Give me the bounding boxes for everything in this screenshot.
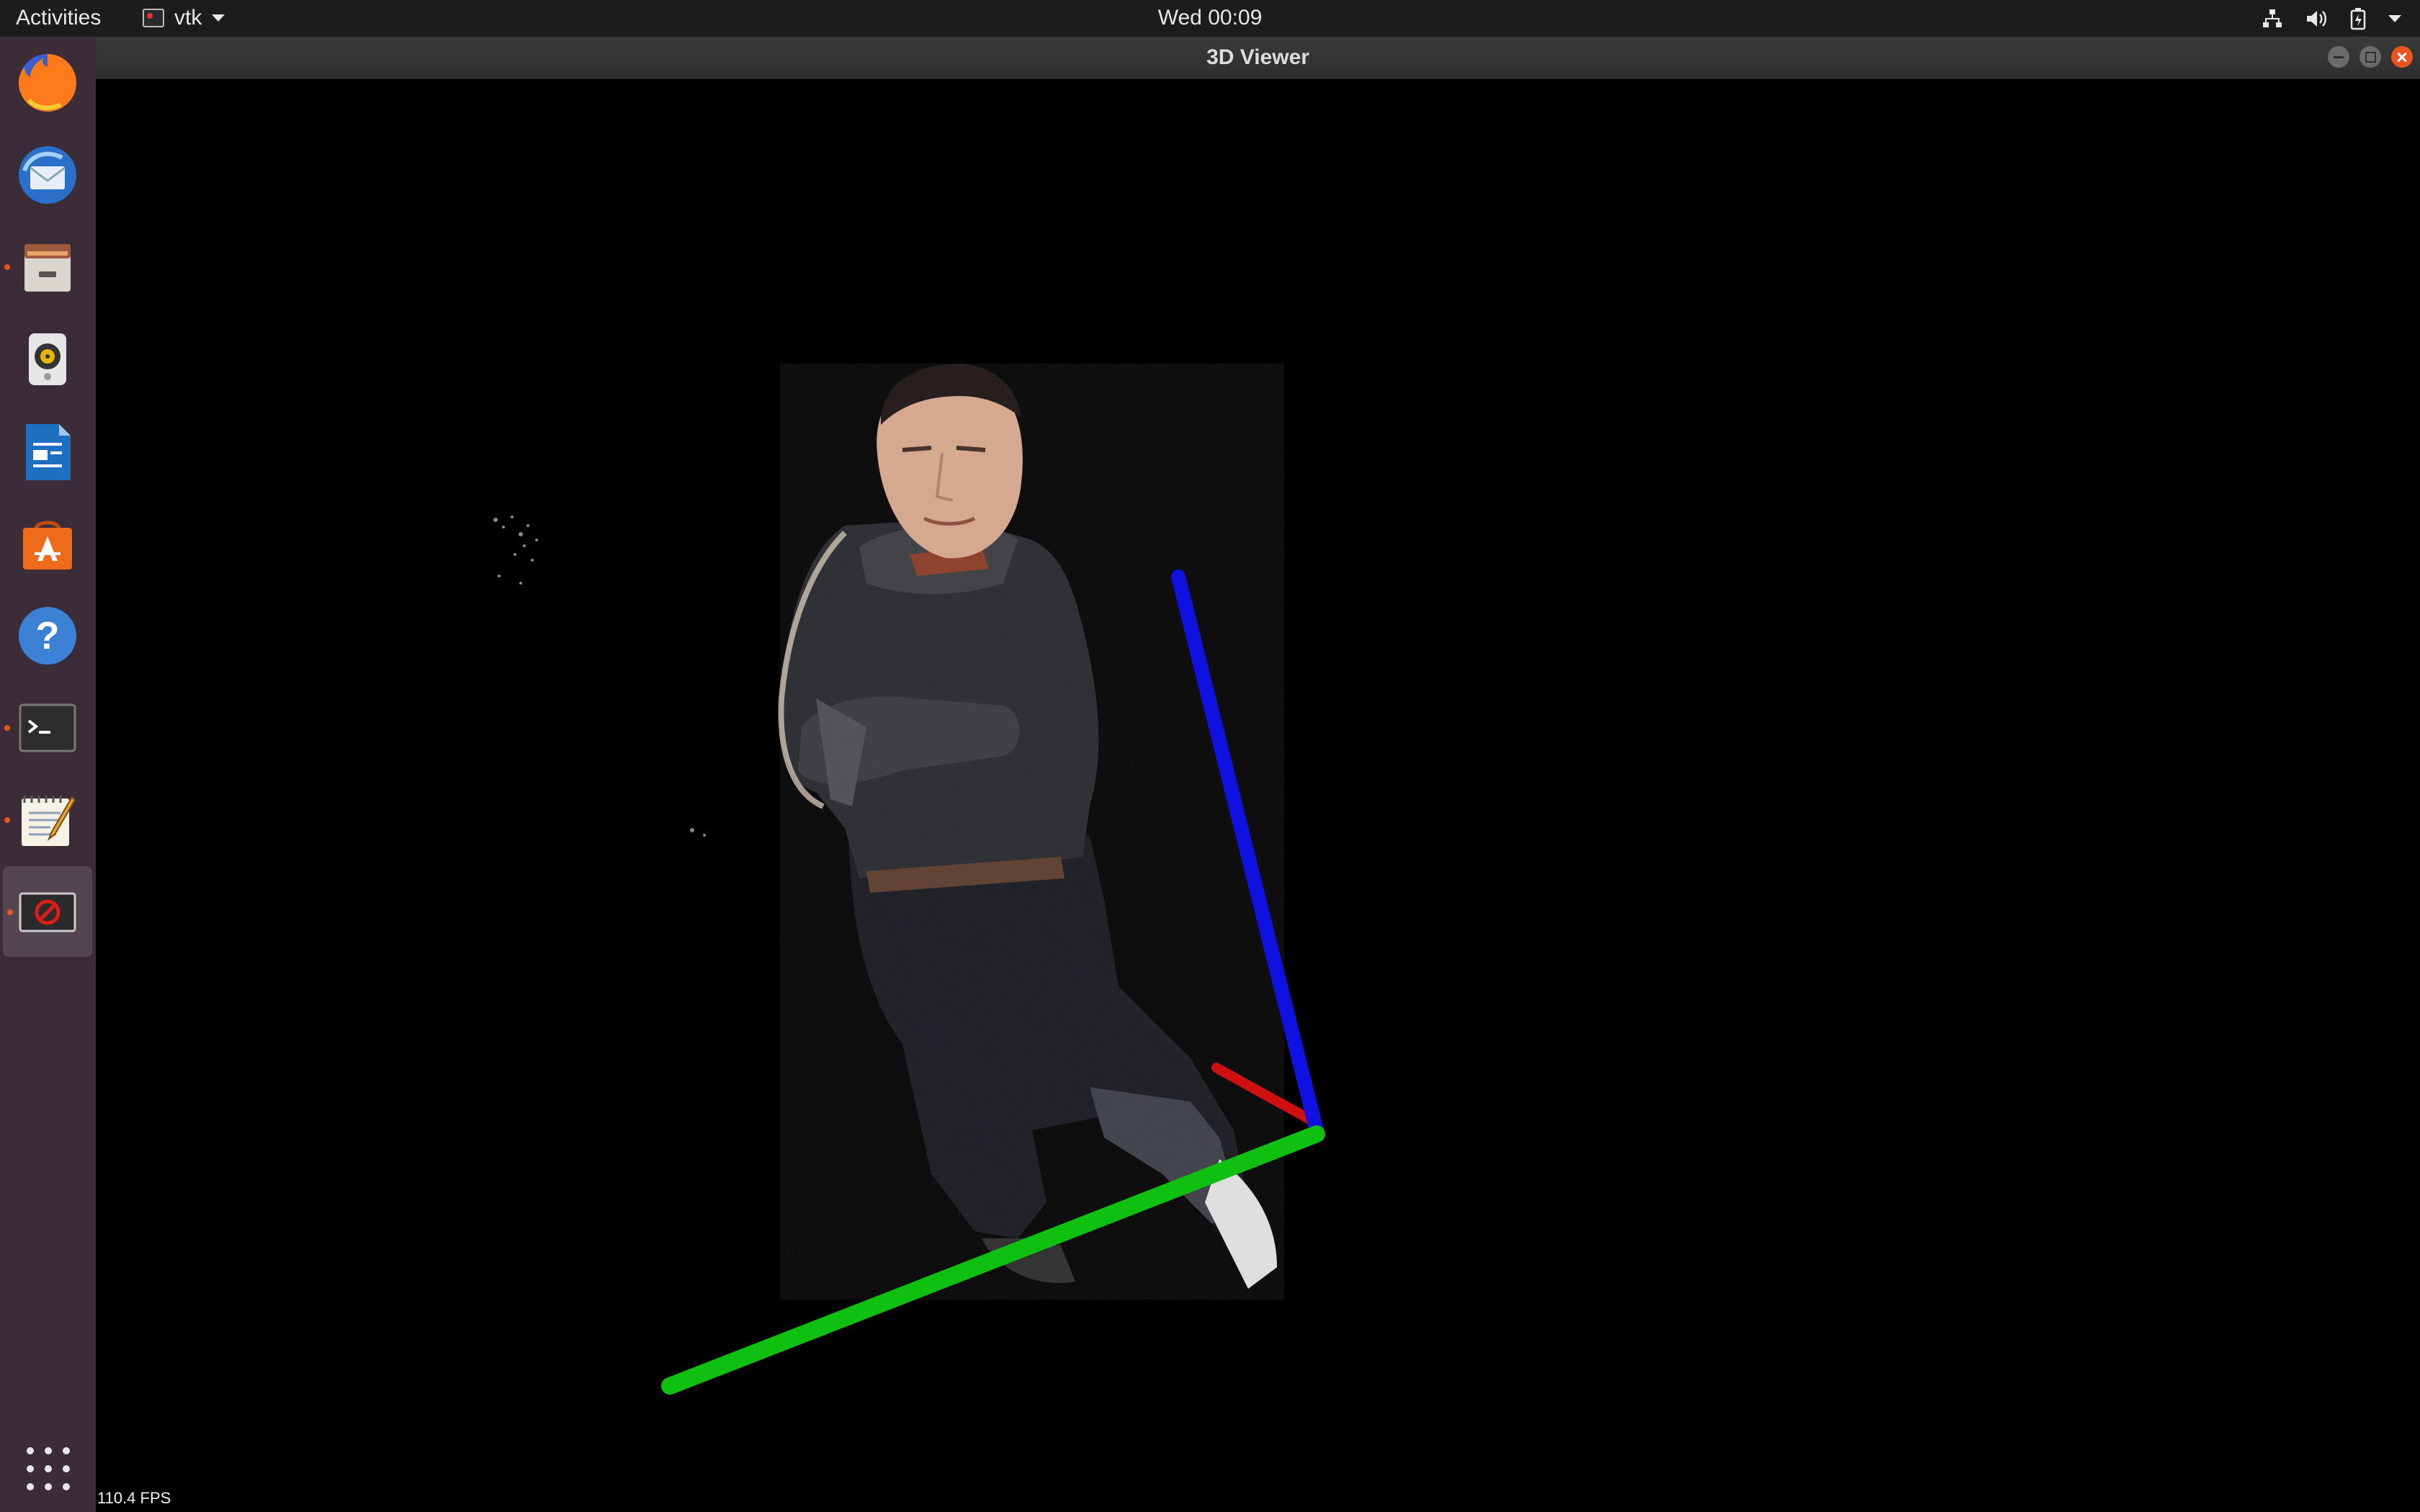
thunderbird-icon (19, 146, 76, 204)
grid-icon (27, 1447, 70, 1490)
window-controls (2328, 46, 2413, 68)
battery-icon[interactable] (2349, 7, 2367, 30)
dock-item-vtk[interactable] (3, 866, 92, 957)
text-editor-icon (22, 796, 76, 846)
close-button[interactable] (2391, 46, 2413, 68)
app-menu-label: vtk (174, 6, 202, 30)
app-menu[interactable]: vtk (143, 6, 225, 30)
software-icon (23, 521, 72, 570)
system-tray[interactable] (2262, 7, 2401, 30)
render-viewport[interactable]: 110.4 FPS (96, 79, 2420, 1512)
viewer-window: 3D Viewer 110.4 FPS (96, 37, 2420, 1512)
dock: ? (0, 37, 96, 1512)
vtk-app-icon (143, 9, 164, 27)
activities-button[interactable]: Activities (16, 6, 101, 30)
network-icon[interactable] (2262, 8, 2283, 30)
writer-icon (26, 424, 71, 480)
running-indicator (4, 264, 10, 270)
window-titlebar[interactable]: 3D Viewer (96, 37, 2420, 79)
dock-item-text-editor[interactable] (0, 774, 96, 865)
point-cloud-noise (780, 364, 1284, 1300)
files-icon (24, 244, 71, 292)
dock-item-files[interactable] (0, 221, 96, 312)
dock-item-thunderbird[interactable] (0, 129, 96, 220)
point-cloud-scene (493, 364, 1325, 1395)
svg-text:?: ? (36, 614, 60, 657)
clock[interactable]: Wed 00:09 (1158, 6, 1263, 30)
fps-counter: 110.4 FPS (97, 1489, 171, 1507)
dock-item-software[interactable] (0, 498, 96, 588)
window-title: 3D Viewer (1206, 45, 1309, 69)
help-icon: ? (19, 607, 76, 665)
stray-points (493, 516, 706, 837)
terminal-icon (19, 703, 76, 752)
vtk-app-icon (19, 892, 76, 932)
running-indicator (4, 725, 10, 731)
dock-item-rhythmbox[interactable] (0, 313, 96, 404)
dock-item-help[interactable]: ? (0, 590, 96, 680)
chevron-down-icon (212, 14, 225, 22)
maximize-button[interactable] (2360, 46, 2381, 68)
top-bar: Activities vtk Wed 00:09 (0, 0, 2420, 37)
system-menu-caret-icon[interactable] (2388, 15, 2401, 22)
firefox-icon (19, 54, 76, 112)
dock-item-terminal[interactable] (0, 682, 96, 773)
dock-item-firefox[interactable] (0, 37, 96, 127)
dock-item-writer[interactable] (0, 405, 96, 496)
volume-icon[interactable] (2305, 8, 2328, 30)
running-indicator (4, 817, 10, 823)
show-applications-button[interactable] (23, 1444, 73, 1494)
running-indicator (7, 909, 13, 915)
minimize-button[interactable] (2328, 46, 2349, 68)
rhythmbox-icon (29, 333, 66, 385)
